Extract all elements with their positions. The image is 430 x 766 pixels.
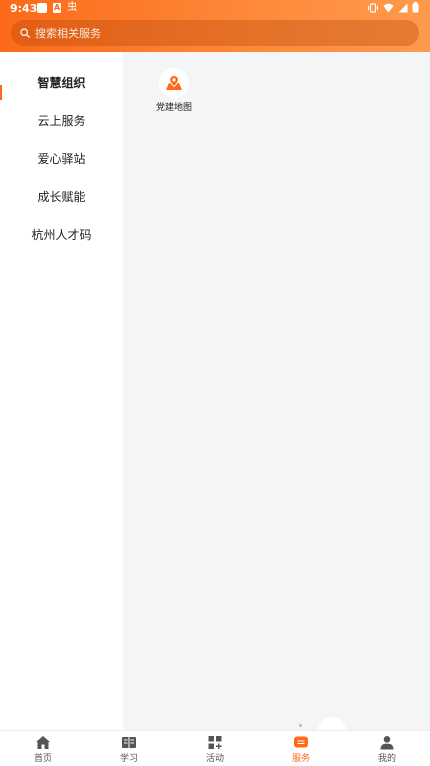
wifi-icon	[383, 3, 394, 12]
category-label: 云上服务	[37, 113, 86, 128]
search-input[interactable]: 搜索相关服务	[11, 20, 419, 46]
map-pin-icon	[166, 74, 182, 90]
tab-label: 服务	[291, 754, 310, 764]
category-item-smart-organization[interactable]: 智慧组织	[0, 63, 123, 101]
indicator-dot	[299, 724, 302, 727]
tab-service[interactable]: 服务	[258, 731, 344, 766]
category-sidebar: 智慧组织 云上服务 爱心驿站 成长赋能 杭州人才码	[0, 52, 123, 730]
category-label: 爱心驿站	[37, 151, 86, 166]
home-icon	[36, 736, 50, 749]
service-icon	[294, 736, 308, 748]
tab-activity[interactable]: 活动	[172, 731, 258, 766]
notification-app-icon: A	[53, 3, 62, 13]
service-panel: 党建地图	[123, 52, 430, 730]
status-notifications: A 虫	[37, 3, 77, 13]
tab-label: 我的	[377, 754, 396, 764]
status-time: 9:43	[10, 2, 38, 15]
category-item-love-station[interactable]: 爱心驿站	[0, 139, 123, 177]
service-label: 党建地图	[155, 103, 192, 113]
search-placeholder: 搜索相关服务	[35, 27, 101, 40]
category-item-growth[interactable]: 成长赋能	[0, 177, 123, 215]
tab-label: 学习	[119, 754, 138, 764]
status-bar: 9:43 A 虫	[0, 0, 430, 18]
service-party-map[interactable]: 党建地图	[153, 68, 195, 113]
notification-bug-icon: 虫	[67, 2, 78, 13]
vibrate-icon	[368, 2, 378, 13]
category-label: 杭州人才码	[31, 227, 92, 242]
grid-icon	[208, 736, 222, 749]
tab-label: 活动	[205, 754, 224, 764]
category-item-cloud-service[interactable]: 云上服务	[0, 101, 123, 139]
bottom-tab-bar: 首页 学习 活动 服务 我的	[0, 730, 430, 766]
search-icon	[20, 28, 30, 38]
book-icon	[122, 737, 136, 748]
category-label: 成长赋能	[37, 189, 86, 204]
status-system-icons	[367, 2, 419, 13]
screen: 9:43 A 虫 搜索相关服务 智慧组织 云上服务 爱心驿站 成长赋能 杭州人才…	[0, 0, 430, 766]
tab-study[interactable]: 学习	[86, 731, 172, 766]
category-label: 智慧组织	[37, 75, 86, 90]
tab-label: 首页	[33, 754, 52, 764]
tab-home[interactable]: 首页	[0, 731, 86, 766]
category-item-talent-code[interactable]: 杭州人才码	[0, 215, 123, 253]
battery-icon	[412, 2, 419, 13]
header: 9:43 A 虫 搜索相关服务	[0, 0, 430, 52]
tab-mine[interactable]: 我的	[344, 731, 430, 766]
signal-icon	[398, 3, 408, 12]
service-icon-circle	[159, 68, 189, 98]
notification-square-icon	[37, 3, 47, 13]
user-icon	[380, 736, 394, 750]
